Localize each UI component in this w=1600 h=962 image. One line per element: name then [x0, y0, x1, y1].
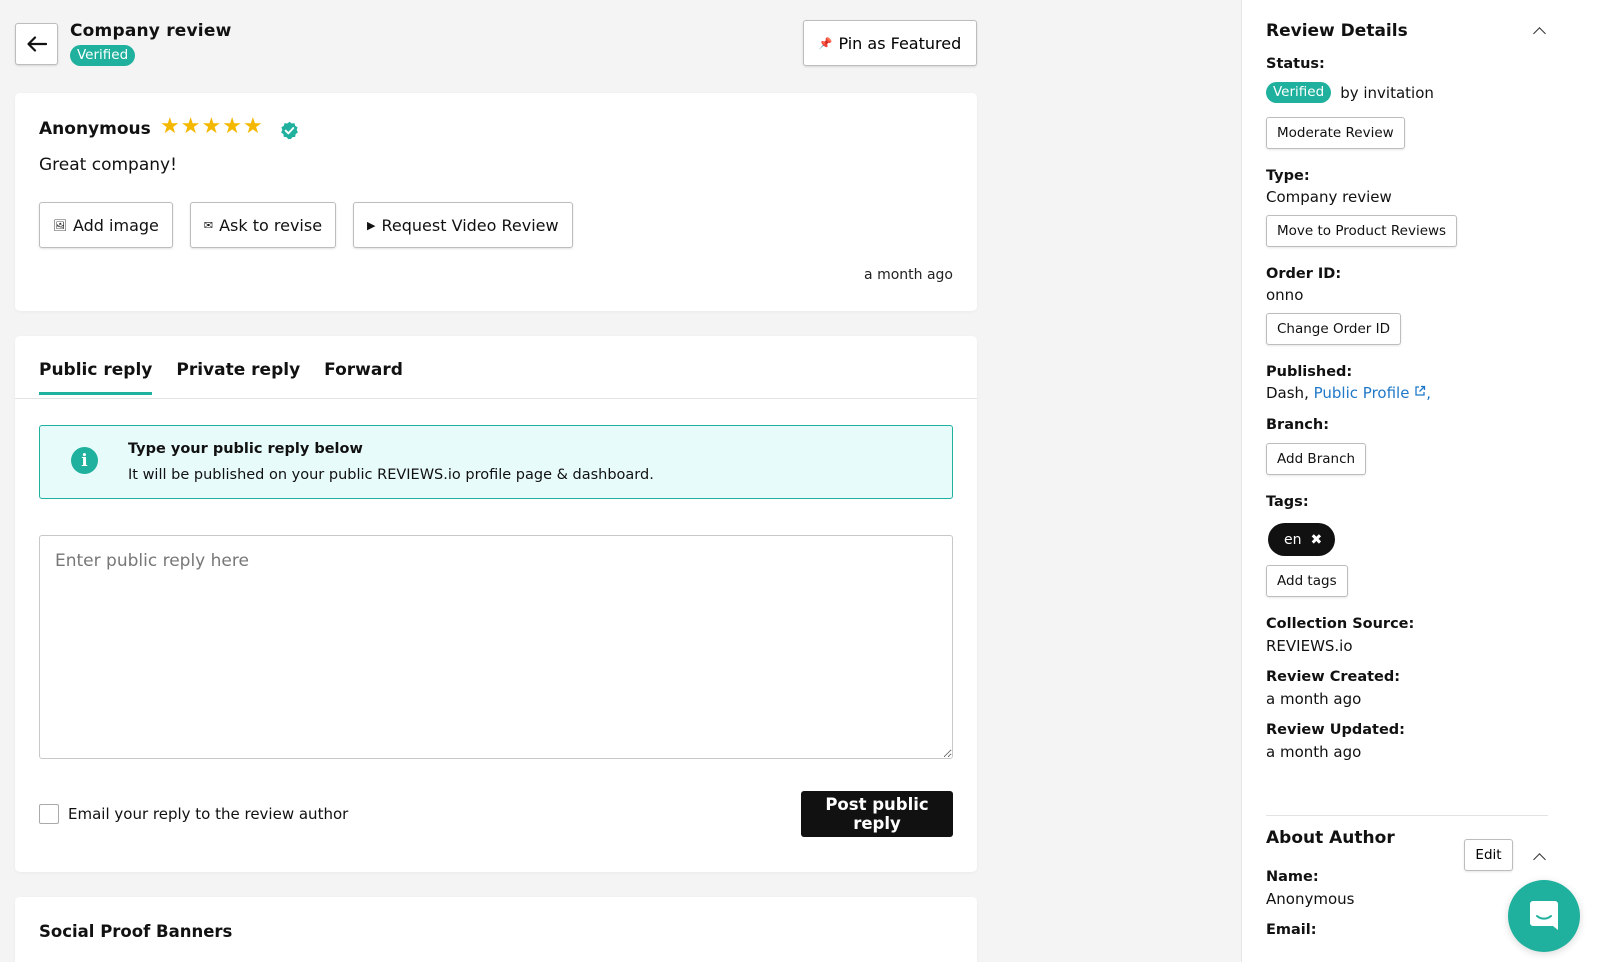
- review-author: Anonymous: [39, 119, 151, 139]
- star-icon: ★: [201, 114, 222, 139]
- review-created-label: Review Created:: [1266, 669, 1401, 685]
- tag-chip: en ✖: [1268, 523, 1336, 556]
- review-updated-value: a month ago: [1266, 743, 1362, 761]
- type-label: Type:: [1266, 168, 1310, 184]
- page-title: Company review: [70, 21, 232, 41]
- social-proof-title: Social Proof Banners: [39, 922, 233, 941]
- tab-private-reply[interactable]: Private reply: [176, 360, 300, 395]
- tab-forward[interactable]: Forward: [324, 360, 403, 395]
- verified-check-icon: [281, 121, 298, 140]
- published-prefix: Dash,: [1266, 384, 1309, 402]
- branch-label: Branch:: [1266, 417, 1330, 433]
- info-body: It will be published on your public REVI…: [128, 467, 654, 483]
- chevron-up-icon[interactable]: [1533, 27, 1546, 40]
- social-proof-card: Social Proof Banners: [15, 897, 977, 962]
- tags-label: Tags:: [1266, 494, 1309, 510]
- collection-source-value: REVIEWS.io: [1266, 637, 1353, 655]
- close-icon[interactable]: ✖: [1311, 532, 1323, 548]
- collection-source-label: Collection Source:: [1266, 616, 1415, 632]
- status-label: Status:: [1266, 56, 1325, 72]
- envelope-icon: ✉: [203, 218, 214, 232]
- chat-launcher[interactable]: [1508, 880, 1580, 952]
- review-updated-label: Review Updated:: [1266, 722, 1405, 738]
- info-title: Type your public reply below: [128, 441, 363, 457]
- external-link-icon[interactable]: [1414, 385, 1426, 397]
- info-notice: i Type your public reply below It will b…: [39, 425, 953, 499]
- author-name-label: Name:: [1266, 869, 1319, 885]
- status-row: Verified by invitation: [1266, 82, 1434, 103]
- image-icon: 🖼: [53, 218, 67, 232]
- chat-icon: [1530, 901, 1558, 930]
- verified-badge: Verified: [70, 45, 136, 66]
- add-branch-button[interactable]: Add Branch: [1266, 443, 1367, 475]
- edit-author-button[interactable]: Edit: [1464, 839, 1513, 871]
- moderate-review-button[interactable]: Moderate Review: [1266, 117, 1405, 149]
- ask-to-revise-label: Ask to revise: [219, 215, 323, 235]
- reply-tabs: Public reply Private reply Forward: [39, 360, 403, 395]
- type-value: Company review: [1266, 188, 1392, 206]
- pin-as-featured-button[interactable]: 📌 Pin as Featured: [803, 20, 977, 66]
- author-email-label: Email:: [1266, 922, 1317, 938]
- review-card: Anonymous ★ ★ ★ ★ ★ Great company! 🖼 Add…: [15, 93, 977, 311]
- add-image-button[interactable]: 🖼 Add image: [39, 202, 173, 248]
- reply-card: Public reply Private reply Forward i Typ…: [15, 336, 977, 872]
- star-icon: ★: [180, 114, 201, 139]
- published-value: Dash, Public Profile ,: [1266, 384, 1431, 402]
- pin-icon: 📌: [818, 36, 833, 50]
- review-text: Great company!: [39, 155, 177, 175]
- email-author-label: Email your reply to the review author: [68, 805, 349, 823]
- star-rating: ★ ★ ★ ★ ★: [160, 114, 263, 140]
- tab-public-reply[interactable]: Public reply: [39, 360, 153, 395]
- published-suffix: ,: [1426, 384, 1431, 402]
- back-button[interactable]: [15, 23, 58, 65]
- move-to-product-reviews-button[interactable]: Move to Product Reviews: [1266, 215, 1458, 247]
- review-created-value: a month ago: [1266, 690, 1362, 708]
- star-icon: ★: [242, 114, 263, 139]
- order-id-value: onno: [1266, 286, 1304, 304]
- status-suffix: by invitation: [1340, 83, 1434, 102]
- request-video-label: Request Video Review: [381, 215, 559, 235]
- change-order-id-button[interactable]: Change Order ID: [1266, 313, 1402, 345]
- tag-label: en: [1284, 531, 1302, 548]
- back-arrow-icon: [26, 36, 47, 52]
- order-id-label: Order ID:: [1266, 266, 1342, 282]
- author-name-value: Anonymous: [1266, 890, 1355, 908]
- email-author-checkbox[interactable]: Email your reply to the review author: [39, 804, 348, 824]
- review-timestamp: a month ago: [864, 267, 953, 283]
- chevron-up-icon[interactable]: [1533, 853, 1546, 866]
- review-details-sidebar: Review Details Status: Verified by invit…: [1241, 0, 1600, 962]
- star-icon: ★: [160, 114, 180, 139]
- review-actions: 🖼 Add image ✉ Ask to revise ▶ Request Vi…: [39, 202, 573, 248]
- about-author-heading: About Author: [1266, 828, 1395, 848]
- info-icon: i: [71, 447, 98, 474]
- tab-divider: [15, 398, 977, 399]
- review-details-heading: Review Details: [1266, 21, 1408, 41]
- pin-button-label: Pin as Featured: [838, 33, 962, 53]
- add-tags-button[interactable]: Add tags: [1266, 565, 1348, 597]
- published-label: Published:: [1266, 364, 1353, 380]
- add-image-label: Add image: [72, 215, 159, 235]
- sidebar-divider: [1266, 815, 1548, 816]
- public-profile-link[interactable]: Public Profile: [1314, 384, 1410, 402]
- status-verified-badge: Verified: [1266, 82, 1332, 103]
- checkbox-box[interactable]: [39, 804, 59, 824]
- main-content: Company review Verified 📌 Pin as Feature…: [0, 0, 1240, 962]
- post-public-reply-button[interactable]: Post public reply: [801, 791, 953, 837]
- ask-to-revise-button[interactable]: ✉ Ask to revise: [189, 202, 337, 248]
- star-icon: ★: [222, 114, 242, 139]
- request-video-review-button[interactable]: ▶ Request Video Review: [353, 202, 573, 248]
- play-icon: ▶: [367, 218, 376, 232]
- public-reply-textarea[interactable]: [39, 535, 953, 759]
